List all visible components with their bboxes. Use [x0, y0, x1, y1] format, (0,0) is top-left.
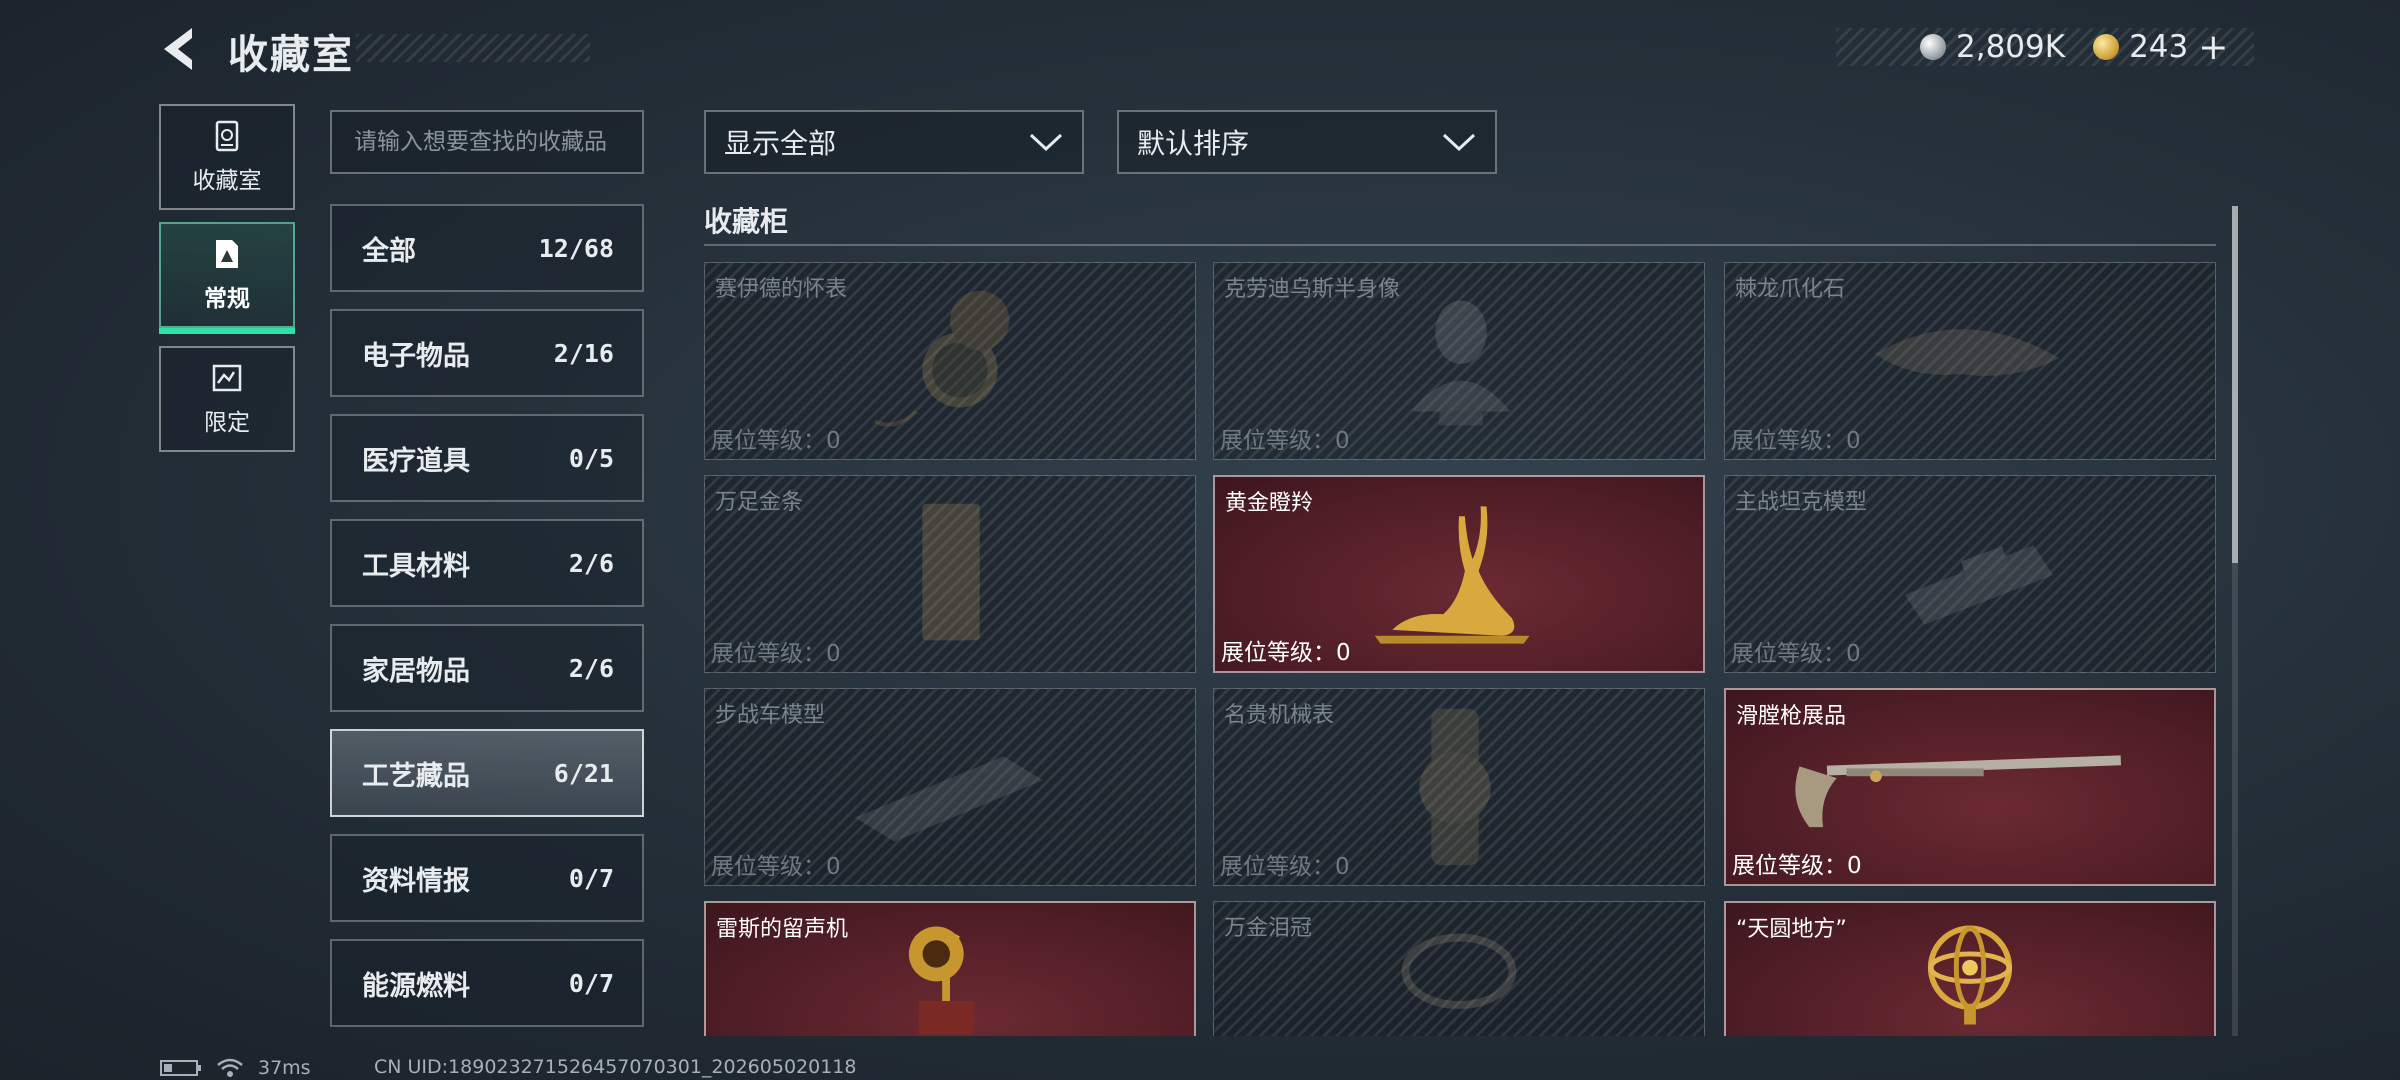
add-currency-button[interactable]: + [2198, 27, 2228, 68]
item-level: 展位等级：0 [1732, 853, 1862, 879]
category-all[interactable]: 全部 12/68 [330, 204, 644, 292]
item-level: 展位等级：0 [711, 641, 841, 667]
item-name: 万足金条 [715, 490, 804, 515]
section-divider [704, 244, 2216, 246]
category-count: 6/21 [553, 758, 614, 788]
collection-card-pocket-watch[interactable]: 赛伊德的怀表 展位等级：0 [704, 262, 1196, 460]
page-title: 收藏室 [228, 32, 354, 78]
collection-card-armillary-sphere[interactable]: “天圆地方” 展位等级： [1724, 901, 2216, 1036]
category-label: 工艺藏品 [362, 760, 470, 792]
item-name: 棘龙爪化石 [1735, 277, 1846, 302]
category-tools[interactable]: 工具材料 2/6 [330, 519, 644, 607]
category-energy[interactable]: 能源燃料 0/7 [330, 939, 644, 1027]
gold-amount: 243 [2129, 29, 2189, 65]
nav-regular-label: 常规 [204, 286, 250, 312]
category-label: 医疗道具 [362, 445, 470, 477]
category-count: 2/6 [568, 548, 614, 578]
category-intel[interactable]: 资料情报 0/7 [330, 834, 644, 922]
category-label: 电子物品 [362, 340, 470, 372]
item-level: 展位等级：0 [1731, 641, 1861, 667]
collection-card-claw-fossil[interactable]: 棘龙爪化石 展位等级：0 [1724, 262, 2216, 460]
item-name: 克劳迪乌斯半身像 [1224, 277, 1401, 302]
sort-value: 默认排序 [1137, 127, 1250, 160]
display-filter-dropdown[interactable]: 显示全部 [704, 110, 1084, 174]
category-medical[interactable]: 医疗道具 0/5 [330, 414, 644, 502]
back-arrow-icon [164, 28, 192, 70]
category-count: 2/16 [553, 338, 614, 368]
section-title: 收藏柜 [704, 205, 789, 238]
item-name: 赛伊德的怀表 [715, 277, 848, 302]
chevron-down-icon [1442, 133, 1476, 152]
item-name: 黄金瞪羚 [1225, 491, 1314, 516]
silver-amount: 2,809K [1956, 29, 2066, 65]
item-name: 万金泪冠 [1224, 916, 1313, 941]
item-level: 展位等级：0 [711, 428, 841, 454]
category-label: 能源燃料 [362, 970, 470, 1002]
currency-bar: 2,809K 243 + [1836, 27, 2254, 68]
item-name: 名贵机械表 [1224, 703, 1335, 728]
item-name: 主战坦克模型 [1735, 490, 1868, 515]
category-count: 0/7 [568, 863, 614, 893]
category-count: 0/5 [568, 443, 614, 473]
item-level: 展位等级：0 [711, 854, 841, 880]
scrollbar[interactable] [2232, 206, 2238, 1036]
category-crafts[interactable]: 工艺藏品 6/21 [330, 729, 644, 817]
collection-card-tank-model[interactable]: 主战坦克模型 展位等级：0 [1724, 475, 2216, 673]
collection-card-tiara[interactable]: 万金泪冠 展位等级： [1213, 901, 1705, 1036]
item-level: 展位等级：0 [1731, 428, 1861, 454]
limited-collection-icon [210, 361, 244, 395]
regular-collection-icon [210, 237, 244, 271]
scrollbar-thumb[interactable] [2232, 206, 2238, 563]
back-button[interactable] [158, 24, 202, 74]
category-label: 全部 [362, 235, 416, 267]
nav-vault-label: 收藏室 [192, 168, 262, 194]
vault-icon [210, 119, 244, 153]
collection-card-gold-bar[interactable]: 万足金条 展位等级：0 [704, 475, 1196, 673]
category-label: 家居物品 [362, 655, 470, 687]
chevron-down-icon [1029, 133, 1063, 152]
collection-card-wristwatch[interactable]: 名贵机械表 展位等级：0 [1213, 688, 1705, 886]
user-uid: CN UID:18902327152645707030​1_2026050201… [374, 1056, 857, 1078]
category-label: 工具材料 [362, 550, 470, 582]
item-name: 雷斯的留声机 [716, 917, 849, 942]
nav-limited[interactable]: 限定 [159, 346, 295, 452]
category-count: 12/68 [538, 233, 614, 263]
sort-dropdown[interactable]: 默认排序 [1117, 110, 1497, 174]
collection-card-ifv-model[interactable]: 步战车模型 展位等级：0 [704, 688, 1196, 886]
battery-icon [160, 1060, 201, 1076]
category-count: 0/7 [568, 968, 614, 998]
item-name: 滑膛枪展品 [1736, 704, 1847, 729]
silver-coin-icon [1920, 34, 1946, 60]
search-input[interactable] [330, 110, 644, 174]
collection-card-bust[interactable]: 克劳迪乌斯半身像 展位等级：0 [1213, 262, 1705, 460]
display-filter-value: 显示全部 [724, 127, 837, 160]
wifi-icon [217, 1058, 243, 1077]
nav-vault[interactable]: 收藏室 [159, 104, 295, 210]
item-level: 展位等级：0 [1221, 640, 1351, 666]
category-count: 2/6 [568, 653, 614, 683]
category-electronics[interactable]: 电子物品 2/16 [330, 309, 644, 397]
item-level: 展位等级：0 [1220, 428, 1350, 454]
status-bar: 37ms [160, 1056, 311, 1080]
collection-grid: 赛伊德的怀表 展位等级：0 克劳迪乌斯半身像 展位等级：0 棘龙爪化石 展位等级… [700, 258, 2220, 1036]
collection-card-golden-gazelle[interactable]: 黄金瞪羚 展位等级：0 [1213, 475, 1705, 673]
nav-regular[interactable]: 常规 [159, 222, 295, 334]
category-label: 资料情报 [362, 865, 470, 897]
title-decoration [356, 34, 590, 62]
item-name: 步战车模型 [715, 703, 826, 728]
nav-limited-label: 限定 [204, 410, 250, 436]
collection-card-musket[interactable]: 滑膛枪展品 展位等级：0 [1724, 688, 2216, 886]
item-name: “天圆地方” [1736, 917, 1847, 942]
ping-value: 37ms [258, 1057, 311, 1079]
collection-card-gramophone[interactable]: 雷斯的留声机 展位等级： [704, 901, 1196, 1036]
category-household[interactable]: 家居物品 2/6 [330, 624, 644, 712]
gold-coin-icon [2093, 34, 2120, 60]
item-level: 展位等级：0 [1220, 854, 1350, 880]
